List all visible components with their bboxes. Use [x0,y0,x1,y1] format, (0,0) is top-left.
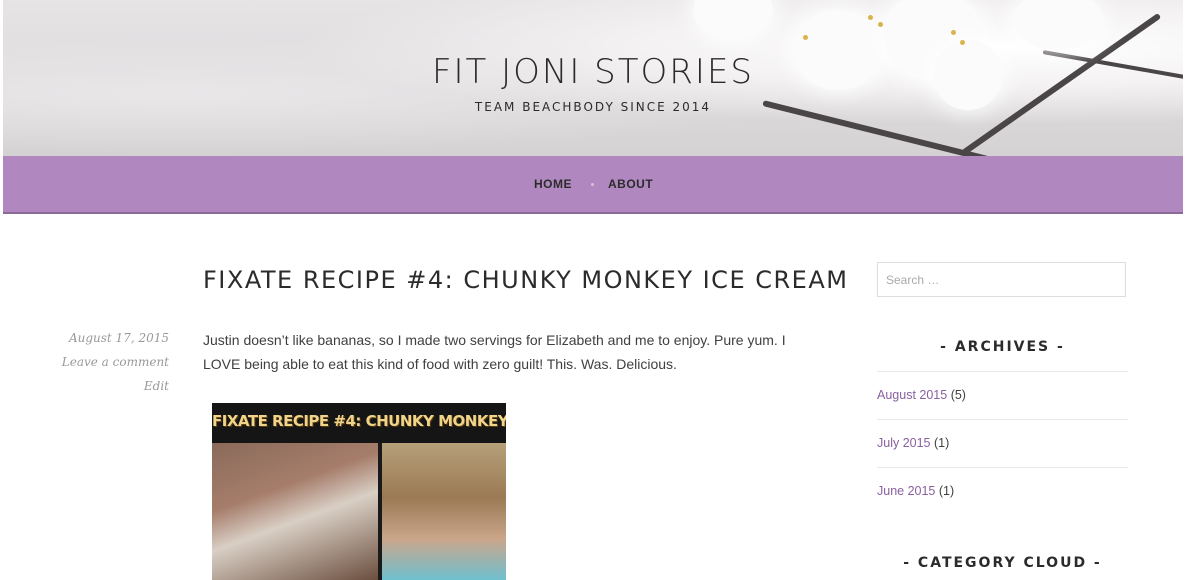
stamen-decoration [951,30,956,35]
site-header: FIT JONI STORIES TEAM BEACHBODY SINCE 20… [3,0,1183,156]
blossom-decoration [693,0,773,40]
archive-link-august-2015[interactable]: August 2015 [877,388,947,402]
archive-link-june-2015[interactable]: June 2015 [877,484,935,498]
archive-count: (5) [950,388,966,402]
blossom-decoration [1013,0,1103,50]
site-title[interactable]: FIT JONI STORIES [3,52,1183,92]
divider [877,419,1128,420]
stamen-decoration [868,15,873,20]
edit-link[interactable]: Edit [144,379,169,393]
archive-count: (1) [934,436,950,450]
archive-item: July 2015 (1) [877,436,949,450]
post-image[interactable]: FIXATE RECIPE #4: CHUNKY MONKEY ICE CREA… [212,403,506,580]
stamen-decoration [803,35,808,40]
archive-item: August 2015 (5) [877,388,966,402]
stamen-decoration [878,22,883,27]
divider [877,371,1128,372]
category-cloud-title: - CATEGORY CLOUD - [903,555,1102,571]
archives-title: - ARCHIVES - [940,339,1065,355]
divider [877,467,1128,468]
post-title[interactable]: FIXATE RECIPE #4: CHUNKY MONKEY ICE CREA… [203,266,848,294]
post-body: Justin doesn’t like bananas, so I made t… [203,332,786,372]
post-date[interactable]: August 17, 2015 [69,331,169,345]
stamen-decoration [960,40,965,45]
nav-item-home[interactable]: HOME [534,177,572,191]
archive-item: June 2015 (1) [877,484,954,498]
nav-item-about[interactable]: ABOUT [608,177,653,191]
archive-count: (1) [938,484,955,498]
search-input[interactable]: Search … [877,262,1126,297]
image-caption: FIXATE RECIPE #4: CHUNKY MONKEY ICE CREA… [212,403,506,443]
child-photo [382,443,506,580]
main-navigation: HOME ABOUT [3,156,1183,214]
site-description: TEAM BEACHBODY SINCE 2014 [474,100,712,114]
comment-link[interactable]: Leave a comment [62,355,169,369]
archive-link-july-2015[interactable]: July 2015 [877,436,931,450]
nav-separator [591,183,594,186]
ice-cream-photo [212,443,378,580]
